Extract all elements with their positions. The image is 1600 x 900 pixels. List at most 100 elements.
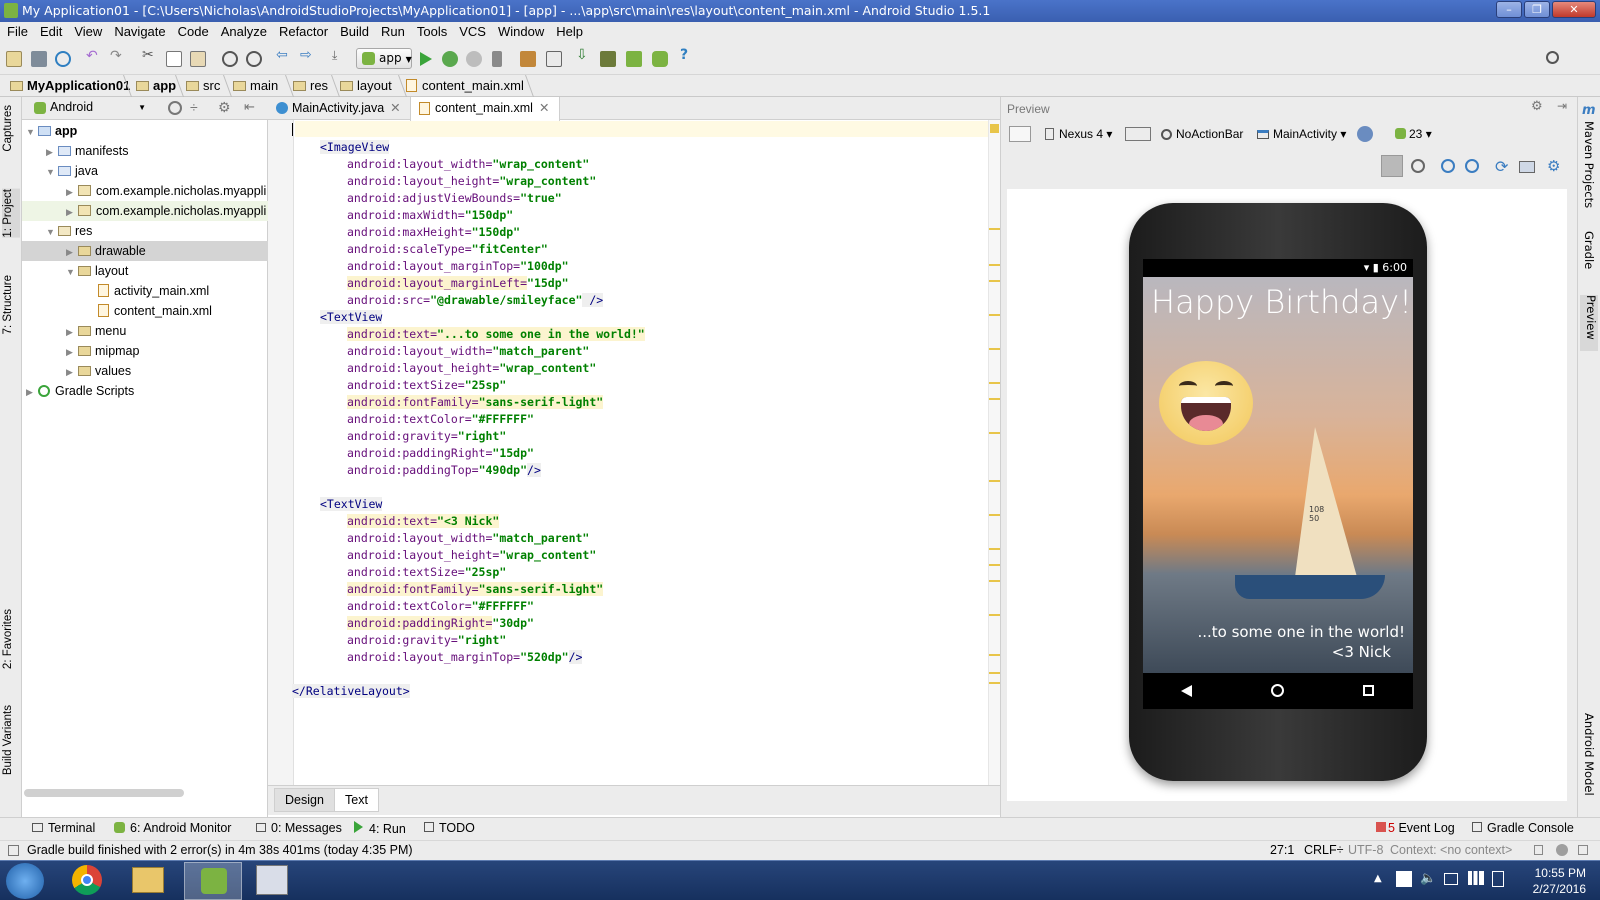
- menu-window[interactable]: Window: [491, 22, 549, 39]
- project-view-dropdown[interactable]: Android ▼: [30, 99, 150, 117]
- terminal-tab[interactable]: Terminal: [32, 821, 95, 835]
- tree-item-content-main[interactable]: content_main.xml: [22, 301, 268, 321]
- design-tab[interactable]: Design: [274, 788, 335, 812]
- tree-item-gradle-scripts[interactable]: ▶ Gradle Scripts: [22, 381, 268, 401]
- action-center-icon[interactable]: [1444, 873, 1458, 885]
- configuration-icon[interactable]: [1009, 126, 1031, 142]
- run-config-dropdown[interactable]: app ▼: [356, 48, 412, 69]
- menu-run[interactable]: Run: [374, 22, 410, 39]
- tree-item-drawable[interactable]: ▶ drawable: [22, 241, 268, 261]
- android-studio-taskbar-button[interactable]: [184, 862, 242, 900]
- collapse-all-icon[interactable]: ÷: [190, 99, 198, 115]
- text-tab[interactable]: Text: [334, 788, 379, 812]
- warning-status-icon[interactable]: [990, 124, 999, 133]
- run-tab[interactable]: 4: Run: [354, 821, 406, 836]
- android-device-monitor-icon[interactable]: [652, 51, 668, 67]
- gradle-tab[interactable]: Gradle: [1582, 231, 1596, 269]
- zoom-out-icon[interactable]: [1465, 159, 1479, 173]
- forward-icon[interactable]: ⇨: [300, 47, 316, 63]
- zoom-in-icon[interactable]: [1441, 159, 1455, 173]
- windows-flag-icon[interactable]: [1396, 871, 1412, 887]
- menu-build[interactable]: Build: [333, 22, 374, 39]
- maven-projects-tab[interactable]: Maven Projects: [1582, 121, 1596, 208]
- debug-icon[interactable]: [442, 51, 458, 67]
- home-nav-icon[interactable]: [1271, 684, 1284, 697]
- tree-item-java[interactable]: ▼ java: [22, 161, 268, 181]
- help-icon[interactable]: ?: [680, 47, 696, 63]
- replace-icon[interactable]: [246, 51, 262, 67]
- battery-icon[interactable]: [1492, 871, 1504, 887]
- error-stripe[interactable]: [988, 120, 1001, 785]
- tree-item-manifests[interactable]: ▶ manifests: [22, 141, 268, 161]
- start-button[interactable]: [6, 863, 44, 899]
- tree-item-activity-main[interactable]: activity_main.xml: [22, 281, 268, 301]
- copy-icon[interactable]: [166, 51, 182, 67]
- sync-icon[interactable]: [55, 51, 71, 67]
- refresh-icon[interactable]: ⟳: [1495, 157, 1508, 176]
- android-monitor-tab[interactable]: 6: Android Monitor: [114, 821, 231, 835]
- breadcrumb-project[interactable]: MyApplication01: [10, 78, 130, 93]
- chrome-icon[interactable]: [72, 865, 102, 895]
- inspector-icon[interactable]: [1556, 844, 1568, 856]
- context-indicator[interactable]: Context: <no context>: [1390, 843, 1512, 857]
- horizontal-scrollbar[interactable]: [24, 789, 184, 797]
- cut-icon[interactable]: ✂: [142, 47, 158, 63]
- tab-mainactivity[interactable]: MainActivity.java ✕: [268, 97, 408, 120]
- network-signal-icon[interactable]: [1468, 871, 1484, 885]
- android-model-tab[interactable]: Android Model: [1582, 713, 1596, 796]
- stop-icon[interactable]: [492, 51, 502, 67]
- avd-manager-icon[interactable]: [600, 51, 616, 67]
- line-separator[interactable]: CRLF÷: [1304, 843, 1344, 857]
- search-everywhere-icon[interactable]: [1546, 51, 1559, 64]
- close-tab-icon[interactable]: ✕: [539, 101, 549, 115]
- tree-item-res[interactable]: ▼ res: [22, 221, 268, 241]
- scroll-from-source-icon[interactable]: [168, 101, 182, 115]
- todo-tab[interactable]: TODO: [424, 821, 475, 835]
- favorites-tab[interactable]: 2: Favorites: [2, 609, 14, 669]
- save-icon[interactable]: [31, 51, 47, 67]
- event-log-tab[interactable]: 5 Event Log: [1376, 821, 1455, 835]
- menu-view[interactable]: View: [67, 22, 107, 39]
- menu-file[interactable]: File: [0, 22, 33, 39]
- preview-settings-gear-icon[interactable]: ⚙: [1547, 157, 1560, 175]
- back-icon[interactable]: ⇦: [276, 47, 292, 63]
- zoom-to-fit-icon[interactable]: [1381, 155, 1403, 177]
- volume-icon[interactable]: 🔈: [1420, 871, 1436, 886]
- menu-edit[interactable]: Edit: [33, 22, 67, 39]
- structure-tab[interactable]: 7: Structure: [2, 275, 14, 334]
- breadcrumb-main[interactable]: main: [233, 78, 278, 93]
- build-status-message[interactable]: Gradle build finished with 2 error(s) in…: [27, 843, 413, 857]
- minimize-button[interactable]: –: [1496, 1, 1522, 18]
- menu-code[interactable]: Code: [171, 22, 214, 39]
- messages-tab[interactable]: 0: Messages: [256, 821, 342, 835]
- hide-panel-icon[interactable]: ⇥: [1557, 99, 1567, 113]
- actual-size-icon[interactable]: [1411, 159, 1425, 173]
- hide-panel-icon[interactable]: ⇤: [244, 99, 255, 115]
- file-encoding[interactable]: UTF-8: [1348, 843, 1383, 857]
- project-tab[interactable]: 1: Project: [2, 189, 20, 238]
- sync-gradle-icon[interactable]: ⇩: [576, 47, 592, 63]
- close-tab-icon[interactable]: ✕: [390, 101, 400, 115]
- menu-vcs[interactable]: VCS: [452, 22, 491, 39]
- attach-debugger-icon[interactable]: [466, 51, 482, 67]
- show-hidden-icons[interactable]: ▲: [1374, 873, 1382, 884]
- run-icon[interactable]: [420, 52, 432, 66]
- tree-item-package-test[interactable]: ▶ com.example.nicholas.myappli: [22, 201, 268, 221]
- toggle-tool-windows-icon[interactable]: [8, 845, 19, 856]
- memory-indicator-icon[interactable]: [1578, 845, 1588, 855]
- open-folder-icon[interactable]: [6, 51, 22, 67]
- close-window-button[interactable]: ✕: [1552, 1, 1596, 18]
- find-icon[interactable]: [222, 51, 238, 67]
- menu-analyze[interactable]: Analyze: [214, 22, 272, 39]
- menu-tools[interactable]: Tools: [410, 22, 452, 39]
- gear-icon[interactable]: ⚙: [218, 99, 231, 116]
- settings-wrench-icon[interactable]: [520, 51, 536, 67]
- theme-dropdown[interactable]: NoActionBar: [1161, 127, 1243, 141]
- back-nav-icon[interactable]: [1181, 685, 1192, 697]
- undo-icon[interactable]: ↶: [86, 48, 102, 64]
- menu-help[interactable]: Help: [549, 22, 588, 39]
- tree-item-package[interactable]: ▶ com.example.nicholas.myappli: [22, 181, 268, 201]
- api-level-dropdown[interactable]: 23 ▾: [1395, 127, 1432, 141]
- locale-globe-icon[interactable]: [1357, 126, 1373, 142]
- captures-tab[interactable]: Captures: [2, 105, 14, 152]
